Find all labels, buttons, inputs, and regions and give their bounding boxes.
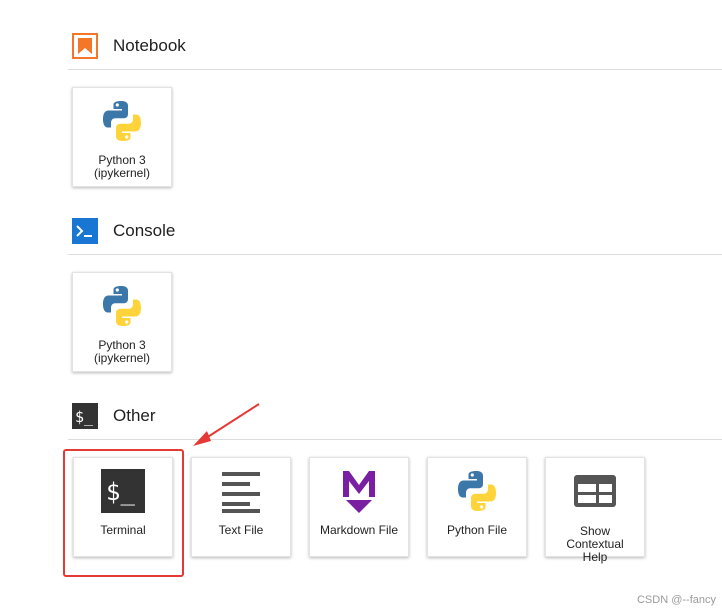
notebook-section-divider — [68, 69, 722, 70]
console-section-title: Console — [113, 221, 176, 240]
python-logo-icon — [73, 98, 171, 144]
card-label: Python File — [446, 523, 508, 537]
python-logo-icon — [428, 468, 526, 514]
launcher-card-markdown-file[interactable]: Markdown File — [309, 457, 409, 557]
launcher-card-text-file[interactable]: Text File — [191, 457, 291, 557]
card-label-line: (ipykernel) — [93, 351, 150, 365]
launcher-card-console-python3[interactable]: Python 3 (ipykernel) — [72, 272, 172, 372]
console-section-header: Console — [72, 218, 722, 244]
jupyter-launcher: Notebook Python 3 (ipykernel) Console Py… — [0, 0, 722, 610]
svg-text:$_: $_ — [75, 408, 94, 426]
other-section-title: Other — [113, 406, 156, 425]
card-label: Markdown File — [319, 523, 399, 537]
contextual-help-window-icon — [546, 468, 644, 514]
card-label: Text File — [218, 523, 264, 537]
launcher-card-notebook-python3[interactable]: Python 3 (ipykernel) — [72, 87, 172, 187]
notebook-section-header: Notebook — [72, 33, 722, 59]
markdown-m-icon — [310, 468, 408, 514]
other-section-divider — [68, 439, 722, 440]
card-label-line: (ipykernel) — [93, 166, 150, 180]
launcher-card-python-file[interactable]: Python File — [427, 457, 527, 557]
text-lines-icon — [192, 468, 290, 514]
python-logo-icon — [73, 283, 171, 329]
annotation-highlight-box — [63, 449, 184, 577]
console-prompt-icon — [72, 218, 98, 244]
card-label: Python 3 (ipykernel) — [75, 339, 169, 365]
other-section-header: $_ Other — [72, 403, 722, 429]
terminal-dollar-icon: $_ — [72, 403, 98, 429]
card-label: Python 3 (ipykernel) — [75, 154, 169, 180]
notebook-section-title: Notebook — [113, 36, 186, 55]
console-section-divider — [68, 254, 722, 255]
notebook-bookmark-icon — [72, 33, 98, 59]
launcher-card-show-contextual-help[interactable]: Show Contextual Help — [545, 457, 645, 564]
annotation-arrow-icon — [193, 403, 260, 446]
watermark: CSDN @--fancy — [636, 594, 716, 606]
card-label-line: Help — [582, 550, 608, 564]
card-label: Show Contextual Help — [548, 525, 642, 564]
